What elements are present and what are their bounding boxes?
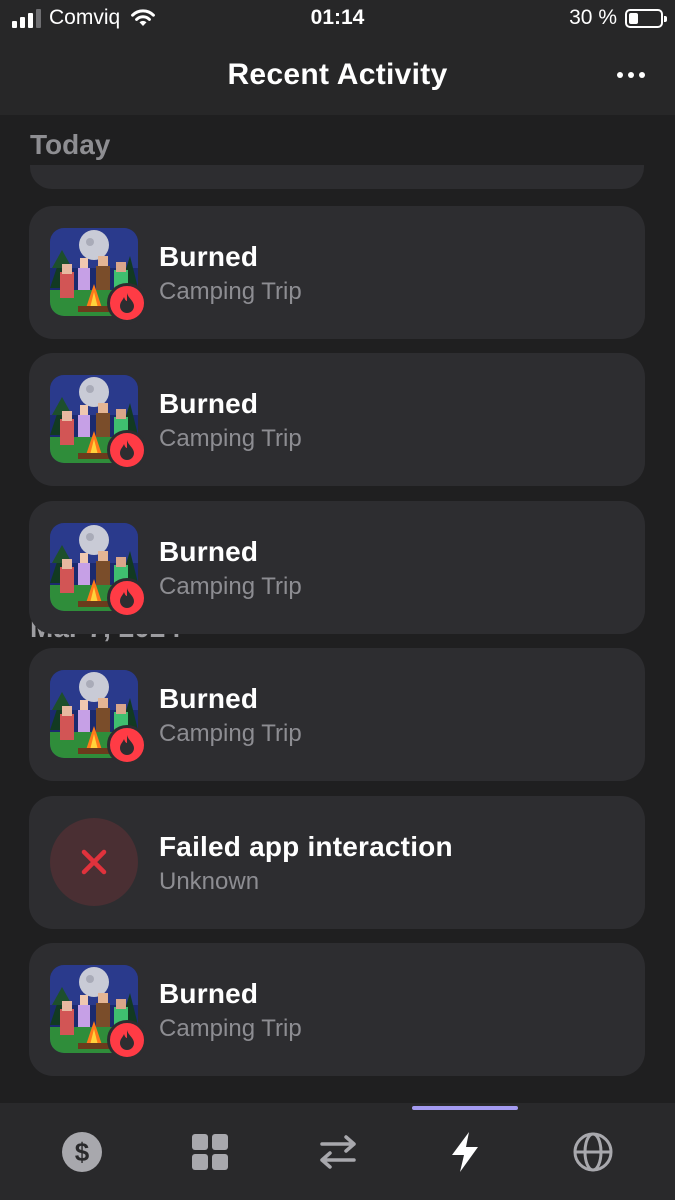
burn-badge <box>107 430 147 470</box>
burn-badge <box>107 578 147 618</box>
flame-icon <box>120 735 134 755</box>
activity-card-failed[interactable]: Failed app interaction Unknown <box>29 796 645 929</box>
nav-header: Recent Activity <box>0 38 675 115</box>
flame-icon <box>120 293 134 313</box>
activity-card-burned[interactable]: Burned Camping Trip <box>29 648 645 781</box>
activity-card-burned[interactable]: Burned Camping Trip <box>29 353 645 486</box>
burn-badge <box>107 725 147 765</box>
nft-thumbnail <box>50 670 147 765</box>
tab-swap[interactable] <box>270 1103 405 1200</box>
nft-thumbnail <box>50 523 147 618</box>
activity-subtitle: Unknown <box>159 868 260 895</box>
activity-subtitle: Camping Trip <box>159 278 302 305</box>
activity-title: Burned <box>159 683 259 714</box>
activity-subtitle: Camping Trip <box>159 720 302 747</box>
partially-scrolled-card[interactable] <box>30 165 644 189</box>
status-bar: Comviq 01:14 30 % <box>0 0 675 38</box>
status-right: 30 % <box>569 6 667 30</box>
battery-level-fill <box>629 12 638 24</box>
activity-title: Burned <box>159 388 259 419</box>
tab-wallet[interactable]: $ <box>14 1103 149 1200</box>
tab-explore[interactable] <box>525 1103 660 1200</box>
burn-badge <box>107 283 147 323</box>
battery-percentage: 30 % <box>569 6 617 29</box>
flame-icon <box>120 588 134 608</box>
activity-title: Burned <box>159 536 259 567</box>
activity-card-burned[interactable]: Burned Camping Trip <box>29 206 645 339</box>
close-x-icon <box>81 849 107 875</box>
activity-title: Burned <box>159 241 259 272</box>
flame-icon <box>120 440 134 460</box>
dollar-icon: $ <box>61 1131 102 1172</box>
bottom-tab-bar: $ <box>0 1103 675 1200</box>
page-title: Recent Activity <box>227 58 448 91</box>
nft-thumbnail <box>50 965 147 1060</box>
activity-subtitle: Camping Trip <box>159 425 302 452</box>
globe-icon <box>573 1132 612 1171</box>
nft-thumbnail <box>50 228 147 323</box>
battery-icon <box>625 8 667 28</box>
tab-collectibles[interactable] <box>142 1103 277 1200</box>
swap-arrows-icon <box>319 1134 356 1169</box>
svg-text:$: $ <box>74 1137 89 1167</box>
more-horizontal-icon <box>617 72 623 78</box>
more-options-button[interactable] <box>617 72 645 78</box>
burn-badge <box>107 1020 147 1060</box>
activity-subtitle: Camping Trip <box>159 1015 302 1042</box>
grid-icon <box>191 1133 228 1170</box>
lightning-icon <box>451 1131 478 1172</box>
activity-subtitle: Camping Trip <box>159 573 302 600</box>
section-header-today: Today <box>30 129 111 160</box>
failed-status-icon <box>50 818 138 906</box>
nft-thumbnail <box>50 375 147 470</box>
flame-icon <box>120 1030 134 1050</box>
screen: Comviq 01:14 30 % Recent Activity Today … <box>0 0 675 1200</box>
activity-card-burned[interactable]: Burned Camping Trip <box>29 501 645 634</box>
activity-list[interactable]: Today Mar 7, 2024 <box>0 115 675 1103</box>
activity-title: Burned <box>159 978 259 1009</box>
activity-card-burned[interactable]: Burned Camping Trip <box>29 943 645 1076</box>
tab-activity[interactable] <box>397 1103 532 1200</box>
activity-title: Failed app interaction <box>159 831 453 862</box>
